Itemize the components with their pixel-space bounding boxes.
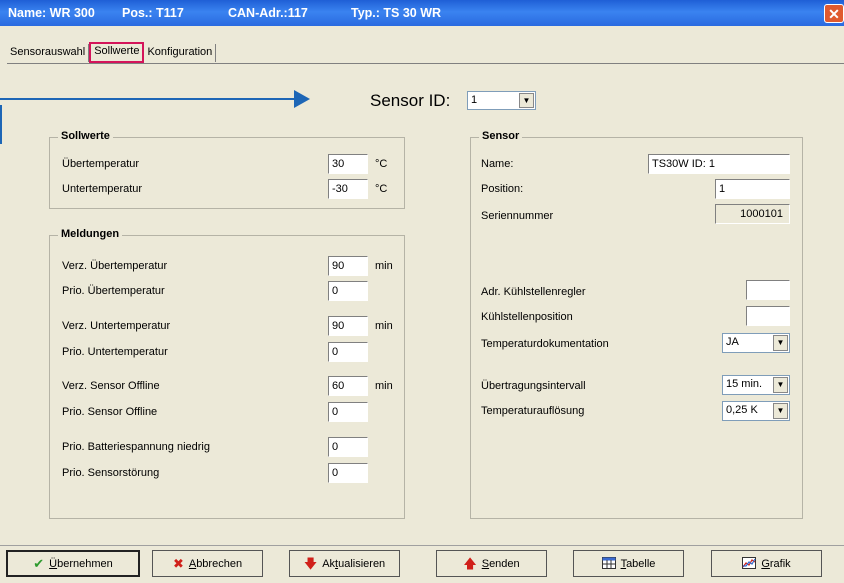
untertemperatur-field[interactable]: -30 — [328, 179, 368, 199]
prio-sensorstoerung-field[interactable]: 0 — [328, 463, 368, 483]
adr-kuehlstellenregler-label: Adr. Kühlstellenregler — [481, 286, 586, 298]
cancel-label: Abbrechen — [188, 557, 243, 570]
untertemperatur-label: Untertemperatur — [62, 183, 143, 195]
prio-uebertemperatur-field[interactable]: 0 — [328, 281, 368, 301]
sensor-id-label: Sensor ID: — [370, 91, 451, 110]
chevron-down-icon[interactable]: ▼ — [773, 377, 788, 393]
tab-sensorauswahl[interactable]: Sensorauswahl — [7, 44, 90, 62]
prio-untertemperatur-field[interactable]: 0 — [328, 342, 368, 362]
temperaturaufloesung-select[interactable]: 0,25 K ▼ — [722, 401, 790, 421]
tab-strip: Sensorauswahl Sollwerte Konfiguration — [7, 42, 217, 63]
prio-uebertemperatur-label: Prio. Übertemperatur — [62, 285, 165, 297]
arrow-up-icon: 🡅 — [463, 556, 477, 571]
sensor-position-label: Position: — [481, 183, 524, 195]
button-bar-divider — [0, 545, 844, 546]
chevron-down-icon[interactable]: ▼ — [773, 335, 788, 351]
cancel-button[interactable]: ✖ Abbrechen — [152, 550, 263, 577]
uebertragungsintervall-value: 15 min. — [726, 378, 763, 390]
refresh-label: Aktualisieren — [322, 557, 386, 570]
temperaturdokumentation-value: JA — [726, 336, 739, 348]
tab-konfiguration[interactable]: Konfiguration — [144, 44, 217, 62]
annotation-line — [0, 105, 2, 144]
arrow-down-icon: 🡇 — [303, 556, 318, 571]
uebertemperatur-field[interactable]: 30 — [328, 154, 368, 174]
send-label: Senden — [481, 557, 520, 570]
kuehlstellenposition-label: Kühlstellenposition — [481, 311, 573, 323]
checkmark-icon: ✔ — [33, 556, 45, 571]
chart-icon — [742, 556, 757, 571]
sollwerte-title: Sollwerte — [58, 130, 113, 142]
refresh-button[interactable]: 🡇 Aktualisieren — [289, 550, 400, 577]
window-name: Name: WR 300 — [8, 6, 95, 20]
dialog-client: Sensorauswahl Sollwerte Konfiguration Se… — [0, 26, 844, 583]
kuehlstellenposition-field[interactable] — [746, 306, 790, 326]
apply-label: Übernehmen — [49, 557, 113, 570]
adr-kuehlstellenregler-field[interactable] — [746, 280, 790, 300]
chart-label: Grafik — [761, 557, 791, 570]
sensor-position-field[interactable]: 1 — [715, 179, 790, 199]
verz-sensor-offline-label: Verz. Sensor Offline — [62, 380, 160, 392]
temperaturdokumentation-select[interactable]: JA ▼ — [722, 333, 790, 353]
verz-uebertemperatur-label: Verz. Übertemperatur — [62, 260, 168, 272]
chevron-down-icon[interactable]: ▼ — [773, 403, 788, 419]
temperaturaufloesung-label: Temperaturauflösung — [481, 405, 585, 417]
prio-sensorstoerung-label: Prio. Sensorstörung — [62, 467, 160, 479]
table-button[interactable]: Tabelle — [573, 550, 684, 577]
send-button[interactable]: 🡅 Senden — [436, 550, 547, 577]
meldungen-title: Meldungen — [58, 228, 123, 240]
tab-divider — [7, 63, 844, 64]
uebertemperatur-label: Übertemperatur — [62, 158, 140, 170]
table-icon — [601, 556, 616, 571]
close-button[interactable]: ✕ — [824, 4, 844, 23]
verz-sensor-offline-unit: min — [375, 380, 393, 392]
window-can-address: CAN-Adr.:117 — [228, 6, 308, 20]
sensor-id-value: 1 — [471, 94, 478, 106]
verz-untertemperatur-field[interactable]: 90 — [328, 316, 368, 336]
verz-untertemperatur-label: Verz. Untertemperatur — [62, 320, 171, 332]
chevron-down-icon[interactable]: ▼ — [519, 93, 534, 108]
uebertragungsintervall-label: Übertragungsintervall — [481, 380, 586, 392]
temperaturdokumentation-label: Temperaturdokumentation — [481, 338, 609, 350]
chart-button[interactable]: Grafik — [711, 550, 822, 577]
close-icon: ✕ — [828, 6, 840, 22]
uebertragungsintervall-select[interactable]: 15 min. ▼ — [722, 375, 790, 395]
x-icon: ✖ — [172, 556, 184, 571]
verz-uebertemperatur-field[interactable]: 90 — [328, 256, 368, 276]
title-bar: Name: WR 300 Pos.: T117 CAN-Adr.:117 Typ… — [0, 0, 844, 26]
annotation-arrow — [0, 90, 310, 108]
serial-number-label: Seriennummer — [481, 210, 554, 222]
verz-uebertemperatur-unit: min — [375, 260, 393, 272]
verz-untertemperatur-unit: min — [375, 320, 393, 332]
sensor-name-label: Name: — [481, 158, 514, 170]
tab-sollwerte[interactable]: Sollwerte — [89, 42, 145, 63]
apply-button[interactable]: ✔ Übernehmen — [6, 550, 140, 577]
prio-untertemperatur-label: Prio. Untertemperatur — [62, 346, 168, 358]
sensor-id-select[interactable]: 1 ▼ — [467, 91, 536, 110]
prio-sensor-offline-label: Prio. Sensor Offline — [62, 406, 158, 418]
sensor-name-field[interactable]: TS30W ID: 1 — [648, 154, 790, 174]
uebertemperatur-unit: °C — [375, 158, 388, 170]
table-label: Tabelle — [620, 557, 656, 570]
window-type: Typ.: TS 30 WR — [351, 6, 442, 20]
prio-batteriespannung-field[interactable]: 0 — [328, 437, 368, 457]
sensor-title: Sensor — [479, 130, 523, 142]
window-position: Pos.: T117 — [122, 6, 184, 20]
untertemperatur-unit: °C — [375, 183, 388, 195]
prio-sensor-offline-field[interactable]: 0 — [328, 402, 368, 422]
serial-number-field: 1000101 — [715, 204, 790, 224]
prio-batteriespannung-label: Prio. Batteriespannung niedrig — [62, 441, 210, 453]
temperaturaufloesung-value: 0,25 K — [726, 404, 758, 416]
verz-sensor-offline-field[interactable]: 60 — [328, 376, 368, 396]
